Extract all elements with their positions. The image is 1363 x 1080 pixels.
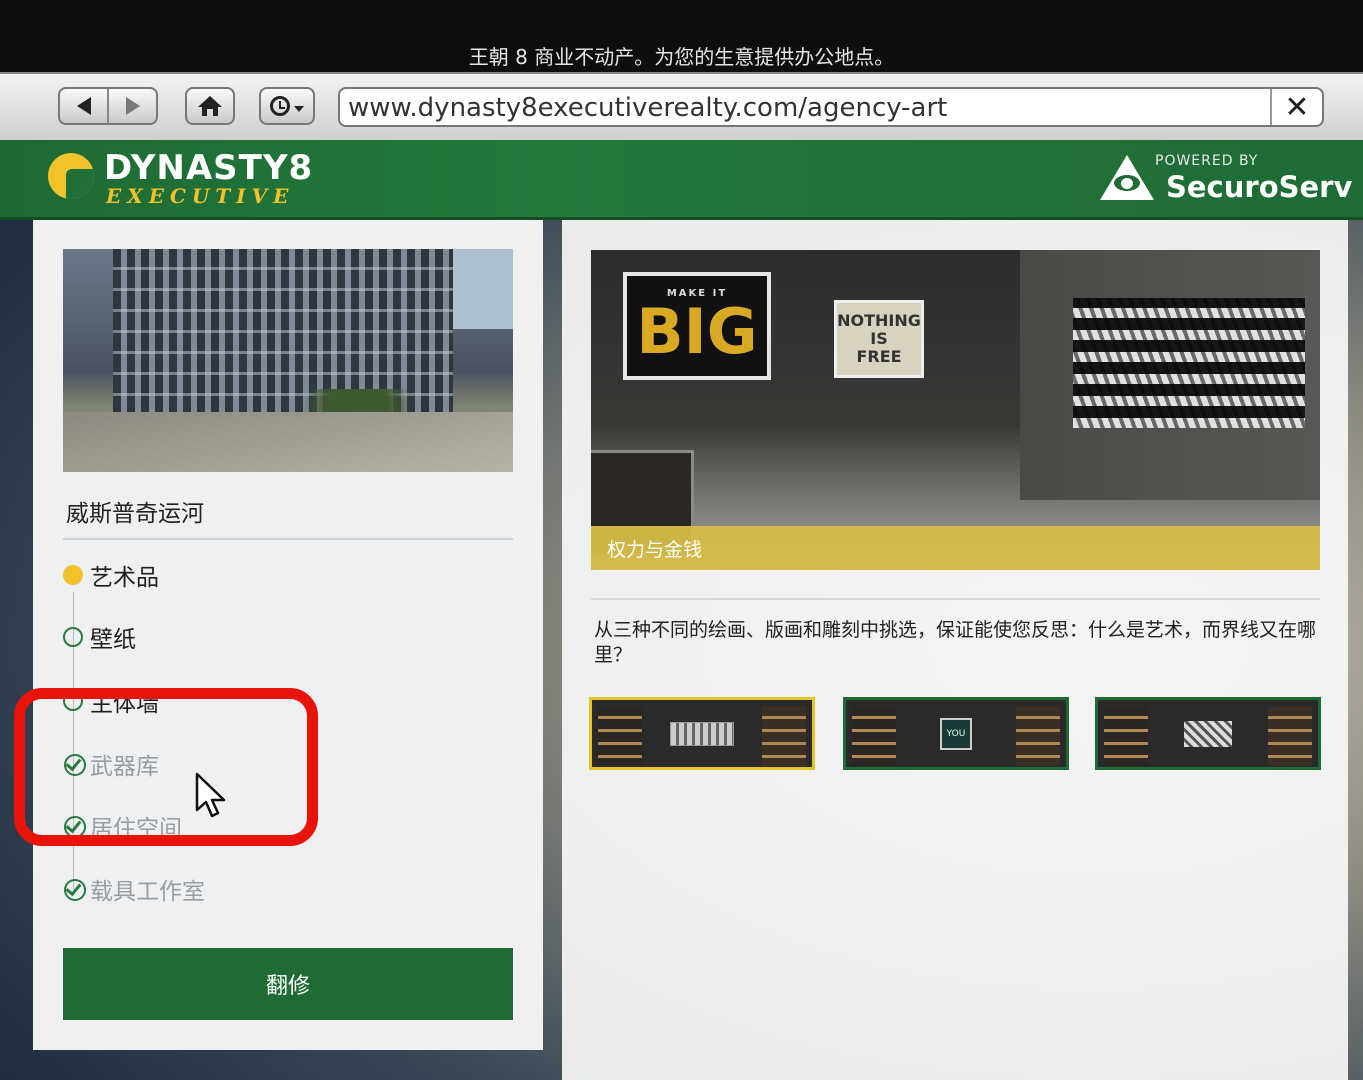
red-annotation-highlight xyxy=(14,688,318,846)
forward-icon xyxy=(125,97,140,115)
sidebar-item-wallpaper[interactable]: 壁纸 xyxy=(63,620,136,654)
securoserv-pupil xyxy=(1121,178,1133,189)
art-description: 从三种不同的绘画、版画和雕刻中挑选，保证能使您反思：什么是艺术，而界线又在哪里？ xyxy=(594,619,1317,666)
sidebar-panel: 威斯普奇运河 艺术品 壁纸 主体墙 武器库 居住空间 载具工作室 翻修 xyxy=(33,220,543,1050)
renovate-button[interactable]: 翻修 xyxy=(63,948,513,1020)
sidebar-item-label: 载具工作室 xyxy=(90,879,205,905)
address-bar[interactable]: www.dynasty8executiverealty.com/agency-a… xyxy=(338,87,1324,127)
graffiti-artwork xyxy=(1073,298,1305,428)
sidebar-item-label: 壁纸 xyxy=(90,627,136,653)
window-title-bar: 王朝 8 商业不动产。为您的生意提供办公地点。 xyxy=(0,0,1363,72)
brand-title: DYNASTY8 xyxy=(104,148,314,188)
main-panel: MAKE IT BIG NOTHING IS FREE 权力与金钱 从三种不同的… xyxy=(562,220,1348,1080)
mouse-cursor-icon xyxy=(195,772,226,818)
close-icon: ✕ xyxy=(1284,89,1310,125)
make-it-big-artwork: MAKE IT BIG xyxy=(623,272,771,380)
window-title: 王朝 8 商业不动产。为您的生意提供办公地点。 xyxy=(468,45,895,69)
art-option-1[interactable] xyxy=(589,697,815,770)
sidebar-item-vehicle-workshop[interactable]: 载具工作室 xyxy=(63,872,205,906)
nothing-is-free-artwork: NOTHING IS FREE xyxy=(834,300,924,378)
active-dot-icon xyxy=(63,565,83,585)
forward-button[interactable] xyxy=(107,89,156,123)
option-artwork: YOU xyxy=(940,717,972,750)
divider xyxy=(63,538,513,540)
home-button[interactable] xyxy=(185,87,235,125)
option-artwork xyxy=(1184,720,1232,747)
divider xyxy=(591,598,1320,600)
art-option-2[interactable]: YOU xyxy=(843,697,1069,770)
url-text[interactable]: www.dynasty8executiverealty.com/agency-a… xyxy=(348,93,947,123)
preview-caption: 权力与金钱 xyxy=(591,526,1320,570)
history-icon xyxy=(270,96,290,116)
checkmark-icon xyxy=(63,878,86,901)
back-button[interactable] xyxy=(60,89,107,123)
property-location: 威斯普奇运河 xyxy=(66,501,204,527)
history-button[interactable] xyxy=(259,87,315,125)
back-icon xyxy=(76,97,91,115)
nav-buttons xyxy=(58,87,158,125)
site-header: DYNASTY8 EXECUTIVE POWERED BY SecuroServ xyxy=(0,140,1363,220)
dynasty8-logo-icon xyxy=(48,153,94,199)
empty-circle-icon xyxy=(63,627,83,647)
home-icon xyxy=(198,96,222,116)
art-preview-image: MAKE IT BIG NOTHING IS FREE 权力与金钱 xyxy=(591,250,1320,570)
browser-toolbar: www.dynasty8executiverealty.com/agency-a… xyxy=(0,72,1363,140)
powered-by-label: POWERED BY xyxy=(1155,153,1259,169)
chevron-down-icon xyxy=(294,106,304,112)
brand-subtitle: EXECUTIVE xyxy=(106,184,295,208)
sidebar-item-label: 艺术品 xyxy=(90,565,159,591)
property-photo xyxy=(63,249,513,472)
art-option-3[interactable] xyxy=(1095,697,1321,770)
partner-name: SecuroServ xyxy=(1166,170,1353,204)
sidebar-item-art[interactable]: 艺术品 xyxy=(63,558,159,592)
close-button[interactable]: ✕ xyxy=(1270,89,1322,125)
option-artwork xyxy=(670,721,734,746)
